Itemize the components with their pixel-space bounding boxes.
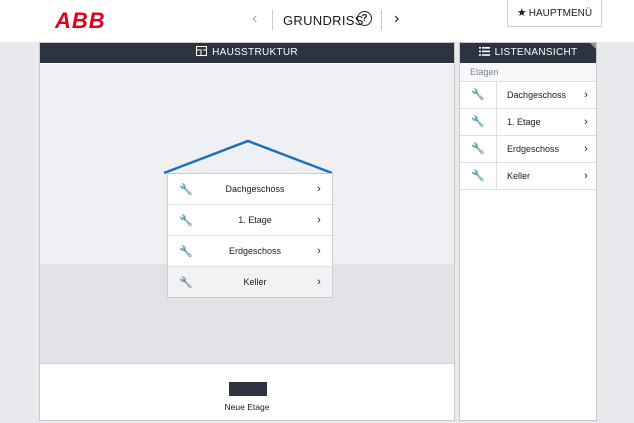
list-view-panel: LISTENANSICHT Etagen 🔧 Dachgeschoss › 🔧 … — [459, 42, 597, 421]
previous-arrow-icon[interactable]: ‹ — [252, 10, 257, 28]
chevron-right-icon: › — [317, 245, 321, 257]
top-bar: ABB ‹ GRUNDRISS ? › ★ HAUPTMENÜ — [0, 0, 634, 42]
next-arrow-icon[interactable]: › — [394, 10, 399, 28]
house-structure-title: HAUSSTRUKTUR — [212, 47, 298, 58]
list-view-header: LISTENANSICHT — [460, 43, 596, 63]
wrench-icon[interactable]: 🔧 — [460, 109, 497, 135]
corner-marker — [590, 43, 596, 49]
list-item-dachgeschoss[interactable]: 🔧 Dachgeschoss › — [460, 81, 596, 108]
floor-label: Erdgeschoss — [228, 246, 282, 256]
wrench-icon[interactable]: 🔧 — [460, 163, 497, 189]
house-structure-panel: HAUSSTRUKTUR 🔧 Dachgeschoss › 🔧 1. Etage… — [39, 42, 455, 421]
separator — [381, 10, 382, 30]
list-item-keller[interactable]: 🔧 Keller › — [460, 162, 596, 190]
chevron-right-icon: › — [584, 116, 588, 128]
list-item-erdgeschoss[interactable]: 🔧 Erdgeschoss › — [460, 135, 596, 162]
floor-label: 1. Etage — [238, 215, 272, 225]
list-icon — [478, 47, 490, 56]
list-subheader: Etagen — [460, 63, 596, 81]
floor-label: Dachgeschoss — [225, 184, 285, 194]
list-item-label: 1. Etage — [507, 117, 541, 127]
house-floor-row-1-etage[interactable]: 🔧 1. Etage › — [168, 205, 332, 236]
new-floor-button[interactable] — [229, 382, 267, 396]
chevron-right-icon: › — [584, 143, 588, 155]
wrench-icon[interactable]: 🔧 — [460, 82, 497, 108]
chevron-right-icon: › — [317, 276, 321, 288]
house-floor-row-erdgeschoss[interactable]: 🔧 Erdgeschoss › — [168, 236, 332, 267]
wrench-icon[interactable]: 🔧 — [168, 214, 204, 227]
house-floor-row-keller[interactable]: 🔧 Keller › — [168, 267, 332, 297]
abb-logo: ABB — [55, 8, 106, 33]
house-floor-row-dachgeschoss[interactable]: 🔧 Dachgeschoss › — [168, 174, 332, 205]
floorplan-icon — [196, 46, 208, 56]
list-item-label: Keller — [507, 171, 531, 181]
floor-label: Keller — [243, 277, 267, 287]
new-floor-label: Neue Etage — [224, 402, 270, 412]
page-title: GRUNDRISS — [283, 13, 364, 28]
house-structure-header: HAUSSTRUKTUR — [40, 43, 454, 63]
list-item-1-etage[interactable]: 🔧 1. Etage › — [460, 108, 596, 135]
star-icon: ★ — [516, 7, 527, 19]
list-item-label: Erdgeschoss — [507, 144, 560, 154]
house-footer: Neue Etage — [40, 363, 454, 420]
list-view-title: LISTENANSICHT — [494, 47, 578, 58]
wrench-icon[interactable]: 🔧 — [168, 276, 204, 289]
house-view: 🔧 Dachgeschoss › 🔧 1. Etage › 🔧 Erdgesch… — [40, 64, 454, 363]
roof-icon — [163, 139, 333, 175]
main-menu-label: HAUPTMENÜ — [528, 8, 593, 19]
chevron-right-icon: › — [317, 183, 321, 195]
list-item-label: Dachgeschoss — [507, 90, 567, 100]
chevron-right-icon: › — [584, 170, 588, 182]
chevron-right-icon: › — [584, 89, 588, 101]
help-icon[interactable]: ? — [357, 11, 372, 26]
wrench-icon[interactable]: 🔧 — [168, 245, 204, 258]
wrench-icon[interactable]: 🔧 — [460, 136, 497, 162]
house-floor-list: 🔧 Dachgeschoss › 🔧 1. Etage › 🔧 Erdgesch… — [167, 173, 333, 298]
main-menu-button[interactable]: ★ HAUPTMENÜ — [507, 0, 602, 27]
separator — [272, 10, 273, 30]
wrench-icon[interactable]: 🔧 — [168, 183, 204, 196]
chevron-right-icon: › — [317, 214, 321, 226]
